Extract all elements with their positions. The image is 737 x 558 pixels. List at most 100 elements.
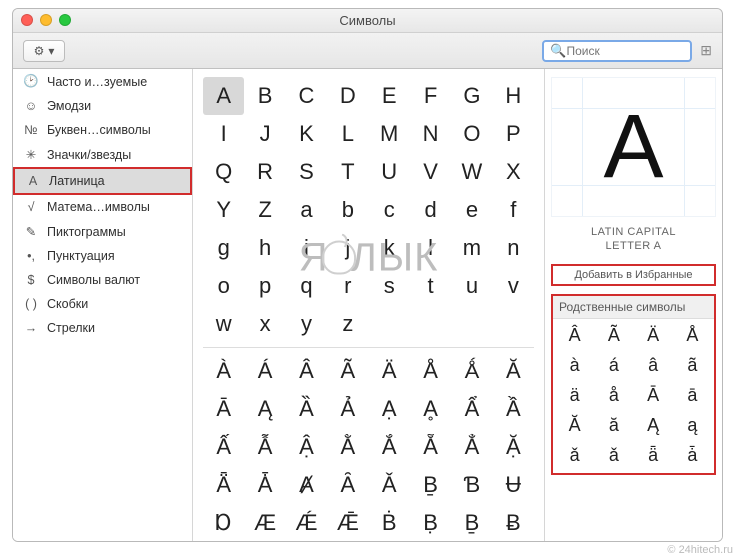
character-cell[interactable]: S: [286, 153, 327, 191]
character-cell[interactable]: U: [369, 153, 410, 191]
character-cell[interactable]: V: [410, 153, 451, 191]
character-cell[interactable]: À: [203, 352, 244, 390]
character-cell[interactable]: C: [286, 77, 327, 115]
character-cell[interactable]: Ḇ: [410, 466, 451, 504]
character-cell[interactable]: Ȃ: [327, 466, 368, 504]
character-cell[interactable]: Ạ: [369, 390, 410, 428]
add-to-favorites-button[interactable]: Добавить в Избранные: [551, 264, 716, 286]
character-cell[interactable]: B: [244, 77, 285, 115]
character-cell[interactable]: M: [369, 115, 410, 153]
character-cell[interactable]: c: [369, 191, 410, 229]
related-character[interactable]: à: [555, 351, 594, 381]
search-input[interactable]: [566, 44, 721, 58]
related-character[interactable]: ǎ: [555, 441, 594, 471]
related-character[interactable]: ã: [673, 351, 712, 381]
character-cell[interactable]: u: [451, 267, 492, 305]
character-cell[interactable]: N: [410, 115, 451, 153]
character-cell[interactable]: Ǎ: [369, 466, 410, 504]
character-cell[interactable]: Ấ: [203, 428, 244, 466]
character-cell[interactable]: K: [286, 115, 327, 153]
character-cell[interactable]: L: [327, 115, 368, 153]
related-character[interactable]: Ā: [634, 381, 673, 411]
character-cell[interactable]: s: [369, 267, 410, 305]
character-cell[interactable]: Ã: [327, 352, 368, 390]
character-cell[interactable]: Z: [244, 191, 285, 229]
character-cell[interactable]: Ä: [369, 352, 410, 390]
character-cell[interactable]: Ǻ: [451, 352, 492, 390]
sidebar-item[interactable]: $Символы валют: [13, 268, 192, 292]
character-cell[interactable]: f: [493, 191, 534, 229]
sidebar-item[interactable]: AЛатиница: [13, 167, 192, 195]
character-cell[interactable]: q: [286, 267, 327, 305]
character-cell[interactable]: Ā: [203, 390, 244, 428]
sidebar-item[interactable]: →Стрелки: [13, 316, 192, 340]
close-icon[interactable]: [21, 14, 33, 26]
character-cell[interactable]: Ǟ: [203, 466, 244, 504]
character-cell[interactable]: Ƀ: [493, 504, 534, 541]
character-cell[interactable]: X: [493, 153, 534, 191]
character-cell[interactable]: E: [369, 77, 410, 115]
character-cell[interactable]: Ḃ: [369, 504, 410, 541]
character-cell[interactable]: O: [451, 115, 492, 153]
character-cell[interactable]: r: [327, 267, 368, 305]
character-cell[interactable]: Q: [203, 153, 244, 191]
character-cell[interactable]: g: [203, 229, 244, 267]
toggle-layout-icon[interactable]: ⊞: [700, 42, 712, 59]
character-cell[interactable]: i: [286, 229, 327, 267]
character-cell[interactable]: j: [327, 229, 368, 267]
character-cell[interactable]: Â: [286, 352, 327, 390]
character-cell[interactable]: G: [451, 77, 492, 115]
character-cell[interactable]: Ǣ: [327, 504, 368, 541]
character-cell[interactable]: e: [451, 191, 492, 229]
related-character[interactable]: ā: [673, 381, 712, 411]
related-character[interactable]: Â: [555, 321, 594, 351]
character-cell[interactable]: d: [410, 191, 451, 229]
character-cell[interactable]: A: [203, 77, 244, 115]
character-cell[interactable]: D: [327, 77, 368, 115]
character-cell[interactable]: b: [327, 191, 368, 229]
character-cell[interactable]: Á: [244, 352, 285, 390]
character-cell[interactable]: Ẩ: [451, 390, 492, 428]
related-character[interactable]: å: [594, 381, 633, 411]
sidebar-item[interactable]: √Матема…имволы: [13, 195, 192, 219]
character-cell[interactable]: h: [244, 229, 285, 267]
character-cell[interactable]: Ȁ: [286, 390, 327, 428]
character-cell[interactable]: Ẵ: [410, 428, 451, 466]
related-character[interactable]: ǡ: [673, 441, 712, 471]
character-cell[interactable]: Ḇ: [451, 504, 492, 541]
character-cell[interactable]: n: [493, 229, 534, 267]
character-cell[interactable]: t: [410, 267, 451, 305]
character-cell[interactable]: Ă: [493, 352, 534, 390]
related-character[interactable]: á: [594, 351, 633, 381]
related-character[interactable]: Å: [673, 321, 712, 351]
character-cell[interactable]: Ắ: [369, 428, 410, 466]
related-character[interactable]: ǟ: [634, 441, 673, 471]
sidebar-item[interactable]: 🕑Часто и…зуемые: [13, 69, 192, 94]
related-character[interactable]: Ä: [634, 321, 673, 351]
character-cell[interactable]: Y: [203, 191, 244, 229]
sidebar-item[interactable]: №Буквен…символы: [13, 118, 192, 142]
character-cell[interactable]: Ầ: [493, 390, 534, 428]
related-character[interactable]: Ą: [634, 411, 673, 441]
character-cell[interactable]: Å: [410, 352, 451, 390]
character-cell[interactable]: F: [410, 77, 451, 115]
character-cell[interactable]: Ẳ: [451, 428, 492, 466]
character-cell[interactable]: Ằ: [327, 428, 368, 466]
related-character[interactable]: ă: [594, 411, 633, 441]
character-cell[interactable]: J: [244, 115, 285, 153]
character-cell[interactable]: R: [244, 153, 285, 191]
character-cell[interactable]: p: [244, 267, 285, 305]
character-cell[interactable]: Ɓ: [451, 466, 492, 504]
sidebar-item[interactable]: ( )Скобки: [13, 292, 192, 316]
character-cell[interactable]: Ǽ: [286, 504, 327, 541]
related-character[interactable]: Ă: [555, 411, 594, 441]
character-cell[interactable]: v: [493, 267, 534, 305]
character-cell[interactable]: Ḅ: [410, 504, 451, 541]
character-cell[interactable]: z: [327, 305, 368, 343]
character-cell[interactable]: Ả: [327, 390, 368, 428]
character-cell[interactable]: P: [493, 115, 534, 153]
related-character[interactable]: Ã: [594, 321, 633, 351]
character-cell[interactable]: Ẫ: [244, 428, 285, 466]
character-cell[interactable]: x: [244, 305, 285, 343]
search-field[interactable]: 🔍: [542, 40, 692, 62]
